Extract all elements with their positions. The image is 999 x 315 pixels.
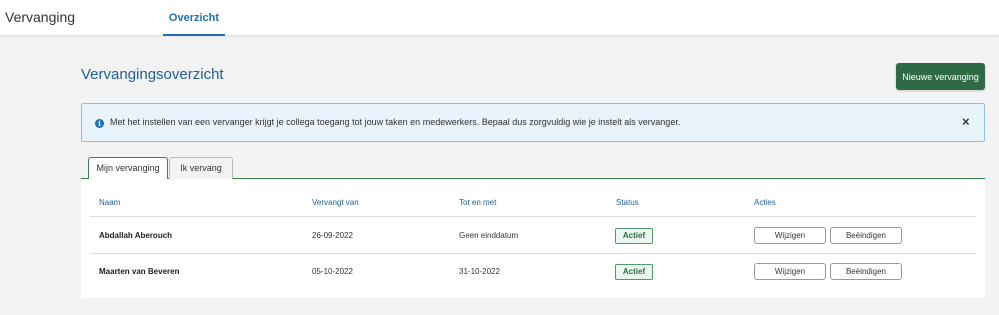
row-end-date: Geen einddatum bbox=[459, 231, 519, 240]
row-name: Maarten van Beveren bbox=[99, 267, 180, 276]
end-button[interactable]: Beëindigen bbox=[830, 227, 902, 244]
new-replacement-button[interactable]: Nieuwe vervanging bbox=[896, 63, 985, 90]
row-start-date: 26-09-2022 bbox=[312, 231, 353, 240]
top-navigation-bar: Vervanging Overzicht bbox=[0, 0, 999, 36]
row-name: Abdallah Aberouch bbox=[99, 231, 173, 240]
column-header-vervangt-van: Vervangt van bbox=[312, 198, 359, 207]
nav-tab-overzicht[interactable]: Overzicht bbox=[163, 0, 225, 36]
row-end-date: 31-10-2022 bbox=[459, 267, 500, 276]
status-badge: Actief bbox=[615, 228, 653, 244]
header-divider bbox=[90, 216, 976, 217]
column-header-status: Status bbox=[616, 198, 639, 207]
end-button[interactable]: Beëindigen bbox=[830, 263, 902, 280]
page-title: Vervangingsoverzicht bbox=[81, 66, 224, 83]
column-header-naam: Naam bbox=[99, 198, 121, 207]
tab-bar: Mijn vervanging Ik vervang bbox=[81, 156, 985, 180]
column-header-acties: Acties bbox=[754, 198, 776, 207]
column-header-tot-en-met: Tot en met bbox=[459, 198, 497, 207]
info-icon: i bbox=[95, 119, 104, 128]
tab-mijn-vervanging[interactable]: Mijn vervanging bbox=[88, 157, 168, 180]
status-badge: Actief bbox=[615, 264, 653, 280]
edit-button[interactable]: Wijzigen bbox=[754, 263, 826, 280]
edit-button[interactable]: Wijzigen bbox=[754, 227, 826, 244]
info-alert: i Met het instellen van een vervanger kr… bbox=[81, 103, 985, 142]
tab-ik-vervang[interactable]: Ik vervang bbox=[169, 157, 233, 179]
replacement-table: Naam Vervangt van Tot en met Status Acti… bbox=[81, 179, 985, 298]
app-title: Vervanging bbox=[5, 9, 76, 25]
close-icon[interactable]: × bbox=[962, 115, 970, 128]
info-alert-text: Met het instellen van een vervanger krij… bbox=[110, 117, 681, 127]
row-start-date: 05-10-2022 bbox=[312, 267, 353, 276]
row-divider bbox=[90, 253, 976, 254]
